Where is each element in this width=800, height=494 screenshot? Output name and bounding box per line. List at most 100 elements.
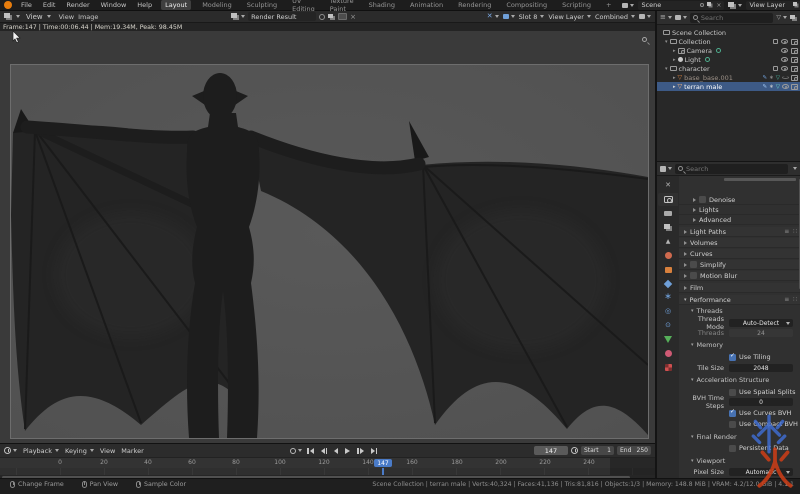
disable-render-icon[interactable] <box>791 57 798 63</box>
workspace-tab-animation[interactable]: Animation <box>406 0 447 10</box>
fake-user-icon[interactable] <box>319 14 325 20</box>
tab-output[interactable] <box>658 207 678 220</box>
tab-view-layer[interactable] <box>658 221 678 234</box>
preview-range-icon[interactable] <box>571 447 578 454</box>
panel-film[interactable]: Film <box>679 283 800 293</box>
render-slot-dropdown[interactable]: Slot 8 <box>519 13 545 21</box>
keying-menu[interactable]: Keying <box>65 447 94 455</box>
disclosure-right-icon[interactable]: ▸ <box>673 75 676 81</box>
next-keyframe-button[interactable] <box>356 448 366 454</box>
properties-editor-dropdown[interactable] <box>660 166 672 172</box>
simplify-checkbox[interactable] <box>690 261 697 268</box>
image-mode-dropdown[interactable]: View <box>26 13 51 21</box>
panel-menu-icon[interactable]: ≡ ∷ <box>784 296 798 303</box>
exclude-icon[interactable] <box>773 39 778 44</box>
scene-browse-dropdown[interactable] <box>622 3 634 8</box>
motion-blur-checkbox[interactable] <box>690 272 697 279</box>
outliner-search-input[interactable] <box>690 13 774 23</box>
zoom-tool-icon[interactable] <box>642 27 647 46</box>
blender-logo-icon[interactable] <box>4 1 12 9</box>
start-frame-field[interactable]: Start1 <box>581 446 614 455</box>
funnel-filter-dropdown[interactable]: ▽ <box>776 15 787 21</box>
tab-particles[interactable]: ∗ <box>658 291 678 304</box>
hide-eye-icon[interactable] <box>781 66 788 71</box>
compact-bvh-checkbox[interactable] <box>729 421 736 428</box>
jump-to-end-button[interactable] <box>369 448 379 454</box>
display-mode-dropdown[interactable]: ≡ <box>660 14 672 21</box>
outliner-row-collection[interactable]: ▾ Collection <box>657 37 800 46</box>
curves-bvh-checkbox[interactable] <box>729 410 736 417</box>
panel-light-paths[interactable]: Light Paths≡ ∷ <box>679 227 800 237</box>
render-pass-dropdown[interactable]: Combined <box>595 13 635 21</box>
bvh-steps-field[interactable]: 0 <box>729 398 793 406</box>
image-image-menu[interactable]: Image <box>76 13 100 21</box>
menu-help[interactable]: Help <box>135 1 154 9</box>
view-layer-browse-dropdown[interactable] <box>728 2 742 9</box>
playhead-label[interactable]: 147 <box>374 459 392 467</box>
auto-keying-button[interactable] <box>290 448 302 454</box>
current-frame-field[interactable]: 147 <box>534 446 568 455</box>
disable-render-icon[interactable] <box>791 66 798 72</box>
tab-physics[interactable]: ◎ <box>658 305 678 318</box>
end-frame-field[interactable]: End250 <box>617 446 651 455</box>
tab-modifiers[interactable] <box>658 277 678 290</box>
unlink-image-icon[interactable]: × <box>350 13 356 21</box>
panel-lights[interactable]: Lights <box>679 205 800 215</box>
exclude-icon[interactable] <box>773 66 778 71</box>
section-memory[interactable]: ▾Memory <box>679 340 800 350</box>
disclosure-down-icon[interactable]: ▾ <box>665 66 668 72</box>
disclosure-right-icon[interactable]: ▸ <box>673 57 676 63</box>
playhead-line[interactable] <box>382 468 384 475</box>
section-acceleration[interactable]: ▾Acceleration Structure <box>679 375 800 385</box>
playback-menu[interactable]: Playback <box>23 447 59 455</box>
timeline-editor-dropdown[interactable] <box>4 447 17 454</box>
panel-performance[interactable]: ▾Performance≡ ∷ <box>679 295 800 305</box>
image-viewer[interactable] <box>0 31 655 443</box>
new-scene-icon[interactable] <box>707 2 711 6</box>
menu-file[interactable]: File <box>19 1 34 9</box>
tab-world[interactable] <box>658 249 678 262</box>
open-image-icon[interactable] <box>338 13 347 20</box>
properties-search-input[interactable] <box>675 164 788 174</box>
outliner-row-base-base[interactable]: ▸ ▽ base_base.001 ✎ ∗ ▽ <box>657 73 800 82</box>
play-reverse-button[interactable] <box>333 448 340 454</box>
menu-window[interactable]: Window <box>99 1 129 9</box>
timeline-view-menu[interactable]: View <box>100 447 115 455</box>
outliner-row-light[interactable]: ▸ Light <box>657 55 800 64</box>
disclosure-right-icon[interactable]: ▸ <box>673 48 676 54</box>
tab-material[interactable] <box>658 347 678 360</box>
panel-advanced[interactable]: Advanced <box>679 215 800 225</box>
disclosure-right-icon[interactable]: ▸ <box>673 84 676 90</box>
menu-render[interactable]: Render <box>64 1 91 9</box>
new-image-icon[interactable] <box>328 14 333 18</box>
new-view-layer-icon[interactable] <box>793 2 797 6</box>
tab-object-data[interactable] <box>658 333 678 346</box>
use-tiling-checkbox[interactable] <box>729 354 736 361</box>
workspace-tab-sculpting[interactable]: Sculpting <box>243 0 281 10</box>
hidden-eye-icon[interactable] <box>782 76 789 79</box>
partial-slider[interactable] <box>724 178 796 181</box>
outliner-row-scene-collection[interactable]: Scene Collection <box>657 28 800 37</box>
workspace-tab-compositing[interactable]: Compositing <box>502 0 551 10</box>
outliner-row-character[interactable]: ▾ character <box>657 64 800 73</box>
workspace-tab-rendering[interactable]: Rendering <box>454 0 495 10</box>
disable-render-icon[interactable] <box>791 84 798 90</box>
persistent-data-checkbox[interactable] <box>729 445 736 452</box>
panel-curves[interactable]: Curves <box>679 249 800 259</box>
outliner-row-terran-male[interactable]: ▸ ▽ terran male ✎ ∗ ▽ <box>657 82 800 91</box>
tab-object[interactable] <box>658 263 678 276</box>
timeline-ruler[interactable]: 0 20 40 60 80 100 120 140 160 180 200 22… <box>0 457 655 468</box>
denoise-checkbox[interactable] <box>699 196 706 203</box>
prev-keyframe-button[interactable] <box>319 448 329 454</box>
hide-eye-icon[interactable] <box>781 57 788 62</box>
disable-render-icon[interactable] <box>791 39 798 45</box>
panel-denoise[interactable]: Denoise <box>679 195 800 205</box>
panel-motion-blur[interactable]: Motion Blur <box>679 271 800 281</box>
disable-render-icon[interactable] <box>791 75 798 81</box>
outliner-filter-dropdown[interactable] <box>675 15 687 20</box>
tab-render[interactable] <box>658 193 678 206</box>
threads-mode-dropdown[interactable]: Auto-Detect <box>729 319 793 327</box>
workspace-tab-layout[interactable]: Layout <box>161 0 191 10</box>
hide-eye-icon[interactable] <box>781 39 788 44</box>
jump-to-start-button[interactable] <box>306 448 316 454</box>
